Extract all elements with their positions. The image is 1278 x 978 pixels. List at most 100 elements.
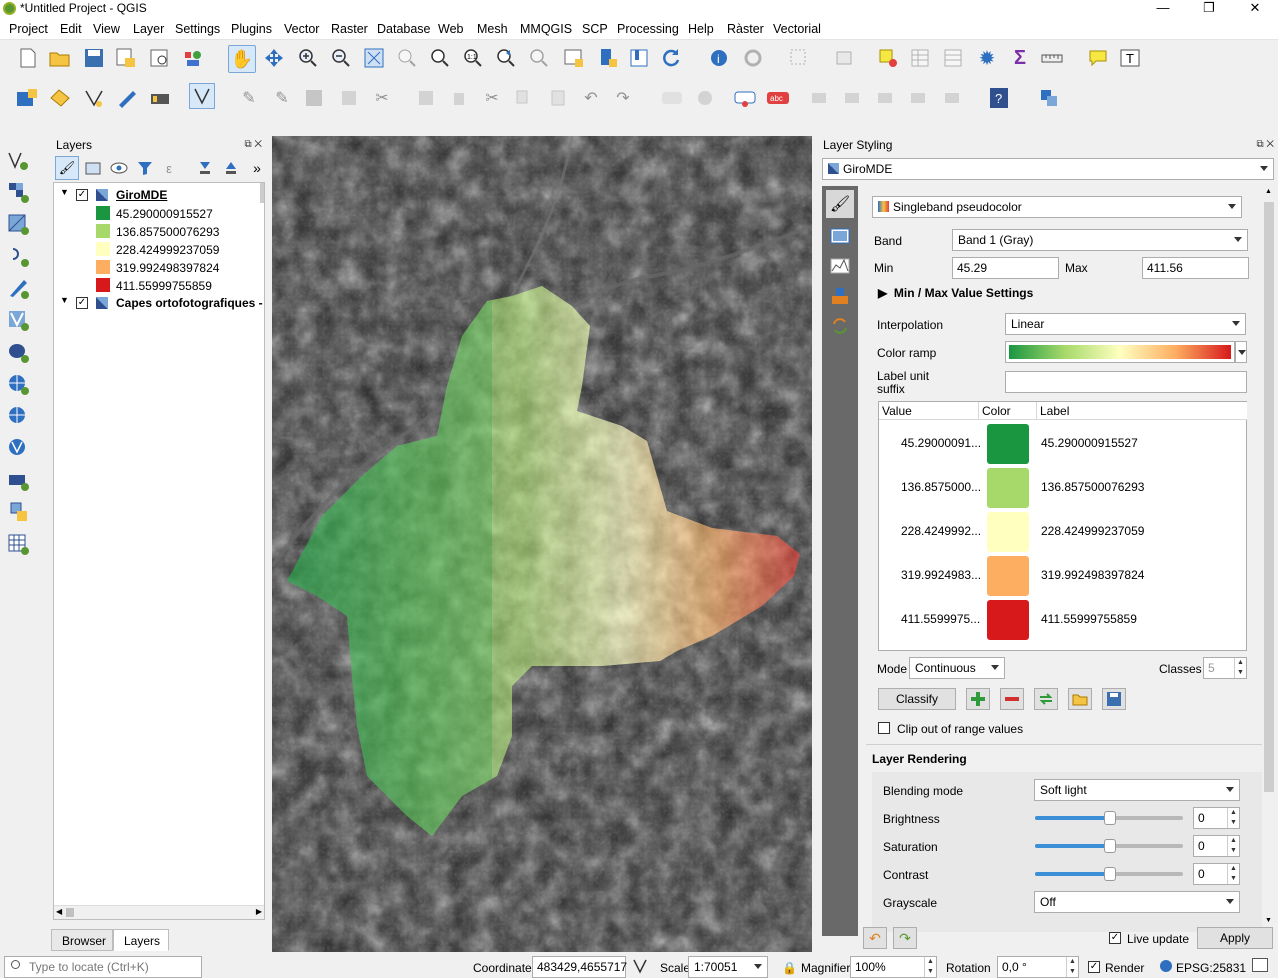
statistics-sigma-icon[interactable]: Σ bbox=[1008, 46, 1032, 70]
redo-icon[interactable]: ↷ bbox=[611, 86, 635, 110]
add-xyz-icon[interactable] bbox=[6, 500, 30, 524]
locator-search-input[interactable]: Type to locate (Ctrl+K) bbox=[4, 956, 202, 978]
table-row[interactable]: 136.8575000... 136.857500076293 bbox=[879, 466, 1248, 510]
filter-icon[interactable] bbox=[133, 156, 157, 180]
menu-vectorial[interactable]: Vectorial bbox=[773, 22, 821, 36]
saturation-slider[interactable] bbox=[1035, 839, 1183, 853]
panel-float-close-icon[interactable]: ⧉ ✕ bbox=[244, 139, 262, 150]
settings-gear-icon[interactable]: ✹ bbox=[975, 46, 999, 70]
map-tips-icon[interactable] bbox=[1086, 46, 1110, 70]
transparency-icon[interactable] bbox=[826, 222, 854, 250]
vertex-tool-icon[interactable] bbox=[189, 83, 215, 109]
style-manager-icon[interactable] bbox=[181, 46, 205, 70]
zoom-selection-icon[interactable] bbox=[395, 46, 419, 70]
layer-visibility-checkbox[interactable]: ✓ bbox=[76, 189, 88, 201]
new-map-view-icon[interactable] bbox=[562, 46, 586, 70]
open-styling-icon[interactable]: 🖌 bbox=[55, 156, 79, 180]
horizontal-scrollbar[interactable]: ◀ ▶ bbox=[54, 905, 264, 919]
toggle-editing-icon[interactable]: ✎ bbox=[270, 86, 294, 110]
change-label-icon[interactable] bbox=[940, 86, 964, 110]
rendering-icon[interactable] bbox=[826, 282, 854, 310]
vertex-editor-icon[interactable]: ✂ bbox=[370, 86, 394, 110]
digitize-icon[interactable] bbox=[115, 86, 139, 110]
saturation-spinbox[interactable]: 0 ▲ ▼ bbox=[1193, 835, 1240, 857]
col-header-label[interactable]: Label bbox=[1037, 402, 1247, 420]
scrollbar-thumb[interactable] bbox=[1264, 202, 1274, 792]
attribute-table-icon[interactable] bbox=[908, 46, 932, 70]
visibility-eye-icon[interactable] bbox=[107, 156, 131, 180]
add-delimited-text-icon[interactable] bbox=[6, 148, 30, 172]
help-icon[interactable]: ? bbox=[987, 86, 1011, 110]
add-wcs-icon[interactable] bbox=[6, 404, 30, 428]
diagram-tool-icon[interactable] bbox=[693, 86, 717, 110]
add-vector-icon[interactable] bbox=[48, 86, 72, 110]
remove-class-button[interactable] bbox=[1000, 688, 1024, 710]
spin-arrows-icon[interactable]: ▲ ▼ bbox=[1227, 864, 1239, 884]
add-wfs-icon[interactable] bbox=[6, 244, 30, 268]
layer-row-orthophoto[interactable]: ▼ ✓ Capes ortofotografiques - bbox=[54, 295, 264, 313]
contrast-slider[interactable] bbox=[1035, 867, 1183, 881]
add-postgis-icon[interactable] bbox=[6, 340, 30, 364]
table-row[interactable]: 411.5599975... 411.55999755859 bbox=[879, 598, 1248, 642]
band-select[interactable]: Band 1 (Gray) bbox=[952, 229, 1248, 251]
copy-features-icon[interactable] bbox=[512, 86, 536, 110]
add-mesh-icon[interactable] bbox=[6, 212, 30, 236]
undo-icon[interactable]: ↶ bbox=[579, 86, 603, 110]
spin-arrows-icon[interactable]: ▲ ▼ bbox=[1234, 658, 1246, 678]
class-color-swatch[interactable] bbox=[987, 468, 1029, 508]
save-edits-icon[interactable] bbox=[302, 86, 326, 110]
pan-map-icon[interactable]: ✋ bbox=[228, 45, 256, 73]
menu-database[interactable]: Database bbox=[377, 22, 431, 36]
label-tool-icon[interactable] bbox=[660, 86, 684, 110]
pan-to-selection-icon[interactable] bbox=[262, 46, 286, 70]
collapse-arrow-icon[interactable]: ▼ bbox=[60, 295, 69, 305]
mode-select[interactable]: Continuous bbox=[909, 657, 1005, 679]
add-arcgis-icon[interactable] bbox=[6, 468, 30, 492]
add-raster-icon[interactable] bbox=[6, 180, 30, 204]
slider-handle[interactable] bbox=[1104, 839, 1116, 853]
slider-handle[interactable] bbox=[1104, 811, 1116, 825]
measure-icon[interactable] bbox=[1040, 46, 1064, 70]
spin-arrows-icon[interactable]: ▲ ▼ bbox=[1227, 808, 1239, 828]
table-row[interactable]: 319.9924983... 319.992498397824 bbox=[879, 554, 1248, 598]
classes-spinbox[interactable]: 5 ▲ ▼ bbox=[1203, 657, 1247, 679]
add-feature-icon[interactable] bbox=[337, 86, 361, 110]
slider-handle[interactable] bbox=[1104, 867, 1116, 881]
layer-row-giromde[interactable]: ▼ ✓ GiroMDE bbox=[54, 187, 264, 205]
menu-plugins[interactable]: Plugins bbox=[231, 22, 272, 36]
class-color-swatch[interactable] bbox=[987, 600, 1029, 640]
live-update-checkbox[interactable]: ✓ bbox=[1109, 932, 1121, 944]
add-virtual-layer-icon[interactable] bbox=[6, 308, 30, 332]
save-as-icon[interactable] bbox=[114, 46, 138, 70]
spin-arrows-icon[interactable]: ▲ ▼ bbox=[1227, 836, 1239, 856]
layer-visibility-checkbox[interactable]: ✓ bbox=[76, 297, 88, 309]
minmax-section-toggle[interactable]: ▶ Min / Max Value Settings bbox=[878, 286, 1033, 300]
rotate-label-icon[interactable] bbox=[906, 86, 930, 110]
renderer-type-select[interactable]: Singleband pseudocolor bbox=[872, 196, 1242, 218]
menu-layer[interactable]: Layer bbox=[133, 22, 164, 36]
redo-style-icon[interactable]: ↷ bbox=[893, 927, 917, 949]
min-input[interactable]: 45.29 bbox=[952, 257, 1059, 279]
field-calc-icon[interactable] bbox=[941, 46, 965, 70]
table-row[interactable]: 45.29000091... 45.290000915527 bbox=[879, 422, 1248, 466]
show-bookmarks-icon[interactable] bbox=[627, 46, 651, 70]
menu-project[interactable]: Project bbox=[9, 22, 48, 36]
tab-layers[interactable]: Layers bbox=[113, 929, 169, 951]
lock-scale-icon[interactable]: 🔒 bbox=[782, 961, 797, 975]
layer-name[interactable]: GiroMDE bbox=[116, 188, 167, 202]
add-group-icon[interactable] bbox=[81, 156, 105, 180]
spin-arrows-icon[interactable]: ▲ ▼ bbox=[924, 957, 936, 977]
open-project-icon[interactable] bbox=[48, 46, 72, 70]
menu-mmqgis[interactable]: MMQGIS bbox=[520, 22, 572, 36]
histogram-icon[interactable] bbox=[826, 252, 854, 280]
menu-scp[interactable]: SCP bbox=[582, 22, 608, 36]
class-color-swatch[interactable] bbox=[987, 512, 1029, 552]
menu-raster[interactable]: Raster bbox=[331, 22, 368, 36]
crs-globe-icon[interactable] bbox=[1160, 960, 1172, 972]
zoom-layer-icon[interactable] bbox=[428, 46, 452, 70]
export-colors-save-icon[interactable] bbox=[1102, 688, 1126, 710]
menu-settings[interactable]: Settings bbox=[175, 22, 220, 36]
spin-arrows-icon[interactable]: ▲ ▼ bbox=[1066, 957, 1078, 977]
select-features-icon[interactable] bbox=[787, 46, 811, 70]
edit-pencil-icon[interactable]: ✎ bbox=[237, 86, 261, 110]
